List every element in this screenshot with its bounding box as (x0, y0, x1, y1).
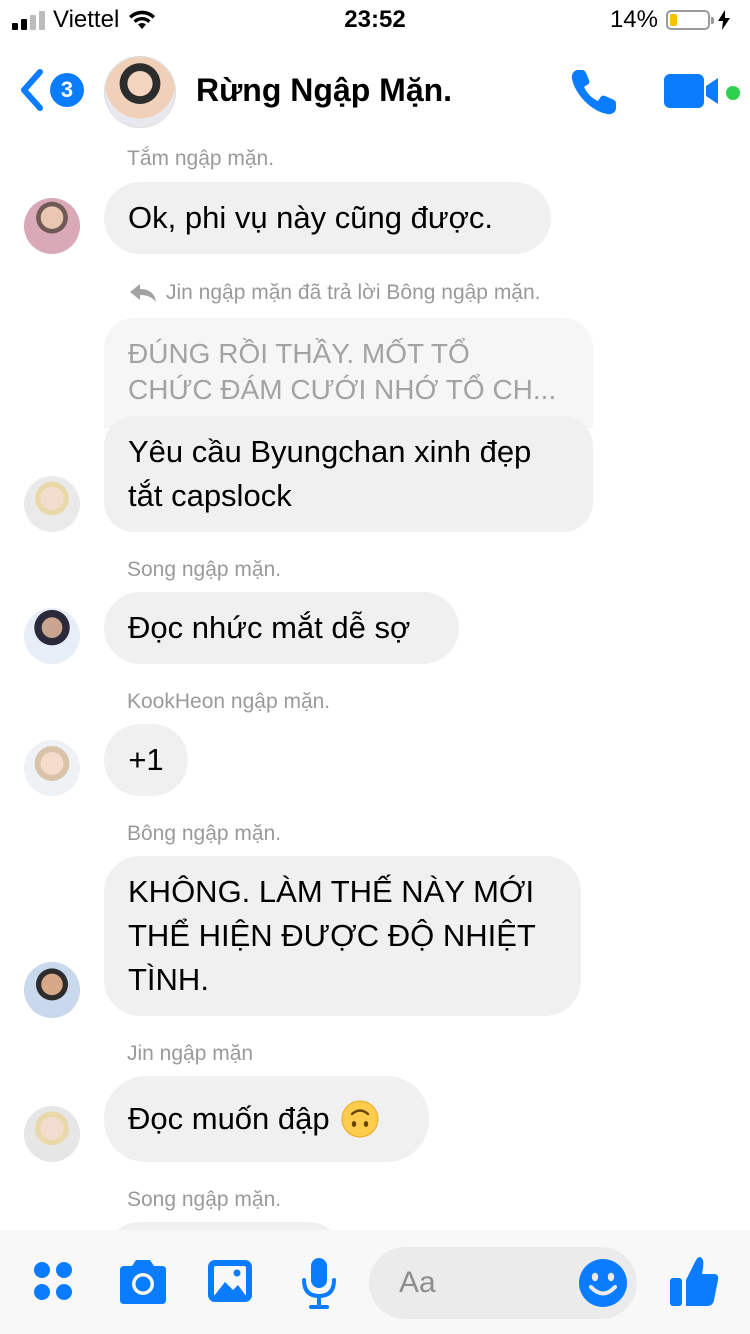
message-bubble[interactable]: Đọc nhức mắt dễ sợ (104, 592, 459, 664)
charging-bolt-icon (718, 10, 730, 30)
image-icon[interactable] (206, 1258, 254, 1304)
avatar[interactable] (24, 476, 80, 532)
quoted-message[interactable]: ĐÚNG RỒI THẦY. MỐT TỔ CHỨC ĐÁM CƯỚI NHỚ … (104, 318, 593, 428)
video-call-icon[interactable] (662, 70, 722, 110)
reply-arrow-icon (130, 284, 156, 302)
online-status-dot (726, 86, 740, 100)
message-bubble[interactable]: +1 (104, 724, 188, 796)
upside-down-face-emoji-icon (341, 1100, 379, 1138)
avatar[interactable] (24, 608, 80, 664)
reply-note-text: Jin ngập mặn đã trả lời Bông ngập mặn. (166, 281, 541, 304)
message-bubble[interactable]: Yêu cầu Byungchan xinh đẹp tắt capslock (104, 416, 593, 532)
quoted-line: ĐÚNG RỒI THẦY. MỐT TỔ (128, 338, 470, 369)
status-bar: Viettel 23:52 14% (0, 0, 750, 40)
sender-name: KookHeon ngập mặn. (127, 690, 331, 713)
message-text-line: KHÔNG. LÀM THẾ NÀY MỚI (128, 874, 535, 909)
emoji-icon[interactable] (577, 1257, 629, 1309)
group-avatar[interactable] (104, 56, 176, 128)
message-text-line: tắt capslock (128, 478, 292, 513)
reply-note: Jin ngập mặn đã trả lời Bông ngập mặn. (128, 281, 541, 305)
message-text: Ok, phi vụ này cũng được. (128, 200, 494, 235)
back-button[interactable]: 3 (18, 68, 84, 112)
battery-percent: 14% (609, 6, 658, 33)
camera-icon[interactable] (116, 1258, 170, 1306)
phone-call-icon[interactable] (568, 66, 620, 118)
sender-name: Bông ngập mặn. (127, 822, 282, 845)
message-text-line: THỂ HIỆN ĐƯỢC ĐỘ NHIỆT (128, 918, 536, 953)
battery-icon (666, 10, 714, 30)
message-input-placeholder: Aa (399, 1266, 436, 1299)
message-text: +1 (128, 742, 164, 777)
message-bubble[interactable]: Ok, phi vụ này cũng được. (104, 182, 551, 254)
message-input[interactable]: Aa (369, 1247, 637, 1319)
sender-name: Tắm ngập mặn. (127, 147, 275, 170)
message-bubble[interactable]: KHÔNG. LÀM THẾ NÀY MỚI THỂ HIỆN ĐƯỢC ĐỘ … (104, 856, 581, 1016)
status-right: 14% (610, 6, 730, 34)
sender-name: Jin ngập mặn (127, 1042, 254, 1065)
grid-menu-icon[interactable] (32, 1260, 76, 1304)
message-bubble[interactable]: Đọc muốn đập (104, 1076, 429, 1162)
quoted-line: CHỨC ĐÁM CƯỚI NHỚ TỔ CH... (128, 374, 557, 405)
microphone-icon[interactable] (300, 1256, 338, 1310)
message-text: Đọc nhức mắt dễ sợ (128, 610, 411, 645)
thumbs-up-icon[interactable] (668, 1254, 720, 1308)
message-text-line: TÌNH. (128, 962, 209, 997)
conversation-title[interactable]: Rừng Ngập Mặn. (196, 72, 452, 109)
sender-name: Song ngập mặn. (127, 1188, 282, 1211)
unread-count-badge: 3 (50, 73, 84, 107)
avatar[interactable] (24, 962, 80, 1018)
chevron-left-icon (21, 69, 43, 111)
avatar[interactable] (24, 198, 80, 254)
composer-bar: Aa (0, 1230, 750, 1334)
message-text: Đọc muốn đập (128, 1101, 330, 1136)
avatar[interactable] (24, 740, 80, 796)
sender-name: Song ngập mặn. (127, 558, 282, 581)
conversation-header: 3 Rừng Ngập Mặn. (0, 40, 750, 140)
message-text-line: Yêu cầu Byungchan xinh đẹp (128, 434, 532, 469)
avatar[interactable] (24, 1106, 80, 1162)
